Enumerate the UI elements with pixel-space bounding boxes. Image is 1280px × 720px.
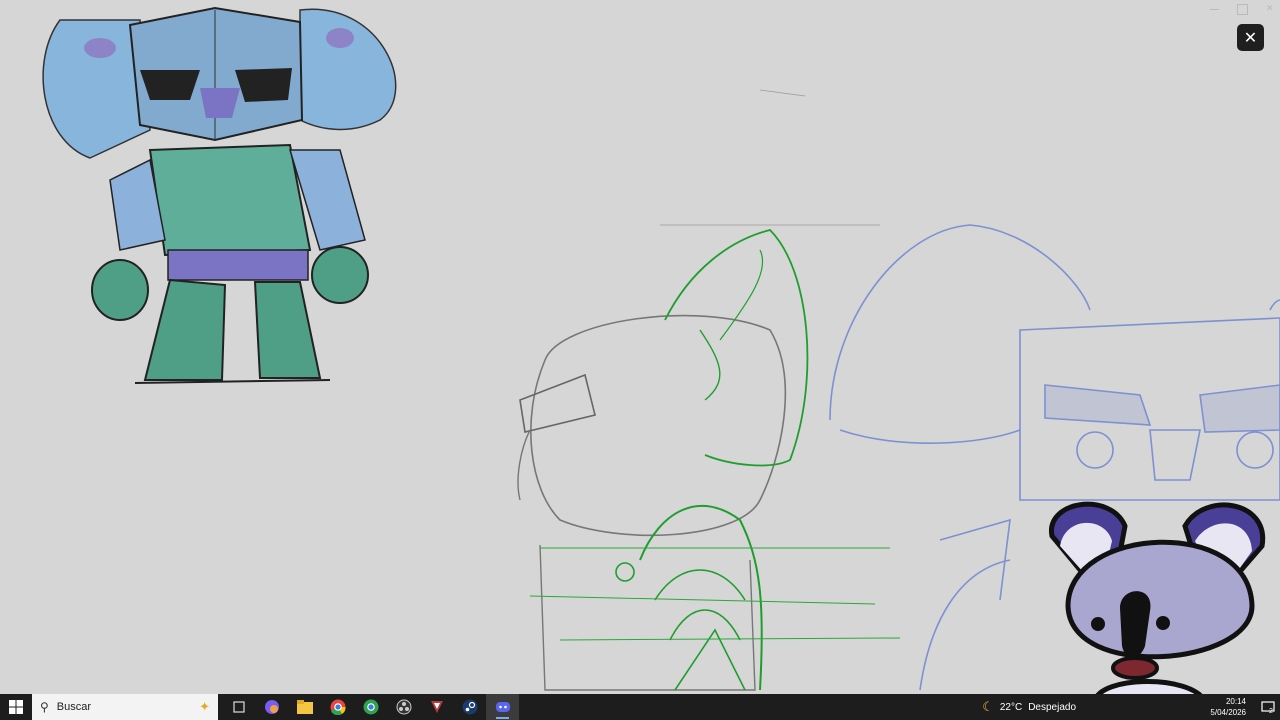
- discord-icon: [495, 702, 510, 712]
- sparkle-icon: ✦: [199, 699, 210, 714]
- koala-mascot-avatar: [1049, 501, 1266, 720]
- moon-icon: ☾: [982, 699, 994, 714]
- maximize-icon[interactable]: [1237, 4, 1248, 15]
- copilot-button[interactable]: [255, 694, 288, 720]
- clock[interactable]: 20:14 5/04/2026: [1186, 696, 1246, 718]
- koala-profile-sketch: [517, 89, 901, 691]
- vivaldi-button[interactable]: [420, 694, 453, 720]
- system-tray: ☾ 22°C Despejado 20:14 5/04/2026 2: [982, 694, 1280, 720]
- taskbar-apps: [222, 694, 519, 720]
- clock-date: 5/04/2026: [1210, 708, 1246, 717]
- task-view-icon: [232, 701, 245, 713]
- chrome-profile-button[interactable]: [354, 694, 387, 720]
- file-explorer-button[interactable]: [288, 694, 321, 720]
- chrome-button[interactable]: [321, 694, 354, 720]
- taskbar: ⚲ Buscar ✦ ☾ 22°C Despejado 20:14 5/04/2…: [0, 694, 1280, 720]
- notifications-count: 2: [1269, 707, 1273, 715]
- taskbar-search-box[interactable]: ⚲ Buscar ✦: [32, 694, 218, 720]
- window-controls: ✕: [1210, 4, 1275, 15]
- start-button[interactable]: [0, 694, 32, 720]
- chrome-profile-icon: [363, 699, 378, 715]
- close-button[interactable]: ✕: [1237, 24, 1264, 51]
- discord-button[interactable]: [486, 694, 519, 720]
- weather-temperature: 22°C: [999, 701, 1023, 713]
- window-close-icon[interactable]: ✕: [1266, 4, 1275, 13]
- weather-widget[interactable]: ☾ 22°C Despejado: [982, 699, 1076, 715]
- close-icon: ✕: [1243, 29, 1258, 47]
- steam-button[interactable]: [453, 694, 486, 720]
- windows-logo-icon: [9, 700, 23, 714]
- chrome-icon: [330, 699, 346, 715]
- search-placeholder: Buscar: [56, 701, 92, 713]
- file-explorer-icon: [296, 700, 313, 714]
- vivaldi-icon: [430, 701, 443, 713]
- task-view-button[interactable]: [222, 694, 255, 720]
- obs-icon: [396, 699, 411, 715]
- search-icon: ⚲: [40, 700, 49, 714]
- clock-time: 20:14: [1225, 697, 1246, 706]
- notifications-button[interactable]: 2: [1254, 694, 1280, 720]
- weather-condition: Despejado: [1028, 701, 1076, 713]
- color-koala-character: [42, 6, 397, 384]
- minimize-icon[interactable]: [1210, 4, 1219, 10]
- steam-icon: [462, 699, 477, 715]
- copilot-icon: [264, 700, 279, 714]
- obs-button[interactable]: [387, 694, 420, 720]
